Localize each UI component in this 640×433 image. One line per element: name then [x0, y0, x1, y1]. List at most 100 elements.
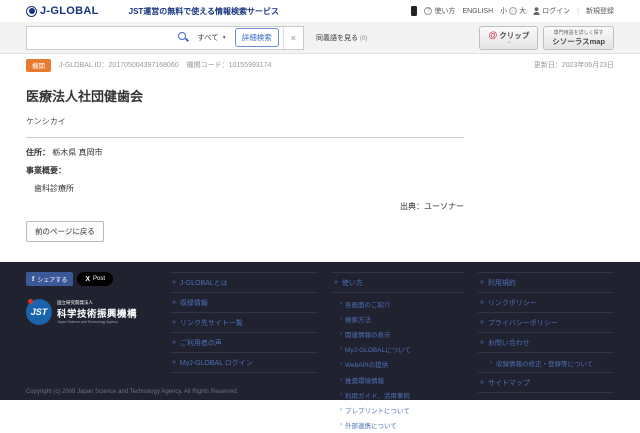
j-global-logo-icon	[26, 6, 37, 17]
jst-logo[interactable]: JST 国立研究開発法人 科学技術振興機構 Japan Science and …	[26, 299, 156, 325]
top-nav: ? 使い方 ENGLISH 小 大 ログイン | 新規登録	[411, 6, 614, 16]
arrow-icon: »	[172, 339, 176, 346]
clip-label: クリップ	[499, 30, 529, 41]
header: J-GLOBAL JST運営の無料で使える情報検索サービス ? 使い方 ENGL…	[0, 0, 640, 22]
footer-col-policies: »利用規約 »リンクポリシー »プライバシーポリシー »お問い合わせ ›収録情報…	[478, 272, 614, 400]
jst-logo-dot	[28, 299, 33, 304]
facebook-share-button[interactable]: f シェアする	[26, 272, 73, 286]
footer-link-environment[interactable]: ›推奨環境情報	[340, 372, 464, 387]
nav-usage[interactable]: ? 使い方	[424, 6, 455, 16]
arrow-icon: »	[480, 379, 484, 386]
business-label: 事業概要：	[26, 165, 464, 176]
font-small-label[interactable]: 小	[500, 6, 507, 16]
synonym-count: (0)	[360, 36, 367, 42]
search-box: すべて ▼ 詳細検索 ×	[26, 26, 304, 50]
footer-link-screens[interactable]: ›各画面のご紹介	[340, 296, 464, 311]
footer-link-preprint[interactable]: ›プレプリントについて	[340, 402, 464, 417]
facebook-share-label: シェアする	[37, 275, 67, 284]
arrow-icon: ›	[340, 331, 342, 337]
search-scope-label: すべて	[197, 32, 219, 43]
arrow-icon: »	[172, 359, 176, 366]
footer-link-contact[interactable]: »お問い合わせ	[478, 333, 614, 353]
nav-english[interactable]: ENGLISH	[462, 8, 493, 15]
source-note: 出典：ユーソナー	[26, 201, 464, 212]
clip-button[interactable]: @ クリップ −	[479, 26, 538, 50]
arrow-icon: ›	[340, 422, 342, 428]
font-size-control[interactable]: 小 大	[500, 6, 526, 16]
arrow-icon: ›	[340, 346, 342, 352]
footer-link-webapi[interactable]: ›WebAPIの提供	[340, 357, 464, 372]
search-tools: @ クリップ − 専門用語を詳しく探す シソーラスmap	[479, 26, 614, 50]
back-button[interactable]: 前のページに戻る	[26, 221, 104, 242]
footer-link-myjglobal-login[interactable]: »MyJ-GLOBAL ログイン	[170, 353, 318, 373]
footer-link-guide[interactable]: ›利用ガイド、活用事例	[340, 387, 464, 402]
search-input[interactable]	[33, 27, 174, 49]
nav-login[interactable]: ログイン	[533, 6, 570, 16]
arrow-icon: »	[480, 299, 484, 306]
person-icon	[533, 7, 540, 15]
jst-org-name: 科学技術振興機構	[57, 306, 137, 320]
address-row: 住所： 栃木県 真岡市	[26, 147, 464, 158]
smartphone-icon[interactable]	[411, 6, 417, 16]
font-size-icon	[509, 7, 517, 15]
divider	[26, 137, 464, 138]
footer-link-search-method[interactable]: ›検索方法	[340, 311, 464, 326]
footer-link-terms[interactable]: »利用規約	[478, 273, 614, 293]
j-global-id: J-GLOBAL ID：201705004397168060	[59, 60, 179, 70]
thesaurus-map-button[interactable]: 専門用語を詳しく探す シソーラスmap	[543, 26, 614, 50]
business-value: 歯科診療所	[26, 183, 464, 194]
nav-usage-label: 使い方	[434, 6, 455, 16]
footer-link-privacy-policy[interactable]: »プライバシーポリシー	[478, 313, 614, 333]
updated-date: 更新日：2023年06月23日	[534, 60, 614, 70]
org-code: 機関コード：10155993174	[187, 60, 272, 70]
footer-link-contents[interactable]: »収録情報	[170, 293, 318, 313]
arrow-icon: »	[172, 279, 176, 286]
arrow-icon: ›	[340, 301, 342, 307]
facebook-icon: f	[32, 275, 34, 283]
clip-count: −	[507, 41, 511, 46]
jst-org-en: Japan Science and Technology Agency	[57, 320, 137, 324]
nav-divider: |	[577, 8, 579, 15]
j-global-logo-text: J-GLOBAL	[40, 5, 99, 17]
x-post-button[interactable]: X Post	[77, 272, 113, 286]
detail-search-button[interactable]: 詳細検索	[235, 28, 279, 47]
arrow-icon: »	[334, 279, 338, 286]
synonym-link[interactable]: 同義語を見る (0)	[316, 33, 367, 43]
detail-block: 住所： 栃木県 真岡市 事業概要： 歯科診療所 出典：ユーソナー	[26, 137, 464, 212]
close-icon[interactable]: ×	[283, 27, 303, 49]
footer-link-usage[interactable]: »使い方	[332, 272, 464, 293]
footer-link-about-myjglobal[interactable]: ›MyJ-GLOBALについて	[340, 342, 464, 357]
font-large-label[interactable]: 大	[519, 6, 526, 16]
footer-col-usage: »使い方 ›各画面のご紹介 ›検索方法 ›関連情報の表示 ›MyJ-GLOBAL…	[332, 272, 464, 400]
footer-link-correction[interactable]: ›収録情報の修正・登録等について	[478, 353, 614, 373]
jst-logo-icon: JST	[26, 299, 52, 325]
footer-link-linked-sites[interactable]: »リンク先サイト一覧	[170, 313, 318, 333]
footer-left: f シェアする X Post JST 国立研究開発法人 科学技術振興機構 Jap…	[26, 272, 156, 400]
x-post-label: Post	[93, 276, 105, 282]
j-global-logo[interactable]: J-GLOBAL	[26, 5, 99, 17]
arrow-icon: »	[172, 319, 176, 326]
help-icon: ?	[424, 7, 432, 15]
nav-login-label: ログイン	[542, 6, 570, 16]
footer-link-link-policy[interactable]: »リンクポリシー	[478, 293, 614, 313]
thesaurus-caption: 専門用語を詳しく探す	[554, 29, 604, 36]
search-scope-dropdown[interactable]: すべて ▼	[193, 32, 231, 43]
address-label: 住所：	[26, 148, 50, 157]
footer-link-about[interactable]: »J-GLOBALとは	[170, 273, 318, 293]
footer-link-external[interactable]: ›外部連携について	[340, 418, 464, 433]
nav-register[interactable]: 新規登録	[586, 6, 614, 16]
footer: f シェアする X Post JST 国立研究開発法人 科学技術振興機構 Jap…	[0, 262, 640, 400]
arrow-icon: »	[480, 279, 484, 286]
arrow-icon: ›	[340, 361, 342, 367]
search-icon[interactable]	[178, 32, 189, 43]
x-icon: X	[85, 276, 90, 283]
chevron-down-icon: ▼	[222, 35, 227, 41]
arrow-icon: ›	[340, 407, 342, 413]
arrow-icon: »	[480, 319, 484, 326]
arrow-icon: ›	[340, 392, 342, 398]
page-title: 医療法人社団健歯会	[26, 86, 614, 105]
footer-link-sitemap[interactable]: »サイトマップ	[478, 373, 614, 393]
footer-link-related-info[interactable]: ›関連情報の表示	[340, 326, 464, 341]
main-content: 医療法人社団健歯会 ケンシカイ 住所： 栃木県 真岡市 事業概要： 歯科診療所 …	[0, 76, 640, 262]
footer-link-user-voices[interactable]: »ご利用者の声	[170, 333, 318, 353]
